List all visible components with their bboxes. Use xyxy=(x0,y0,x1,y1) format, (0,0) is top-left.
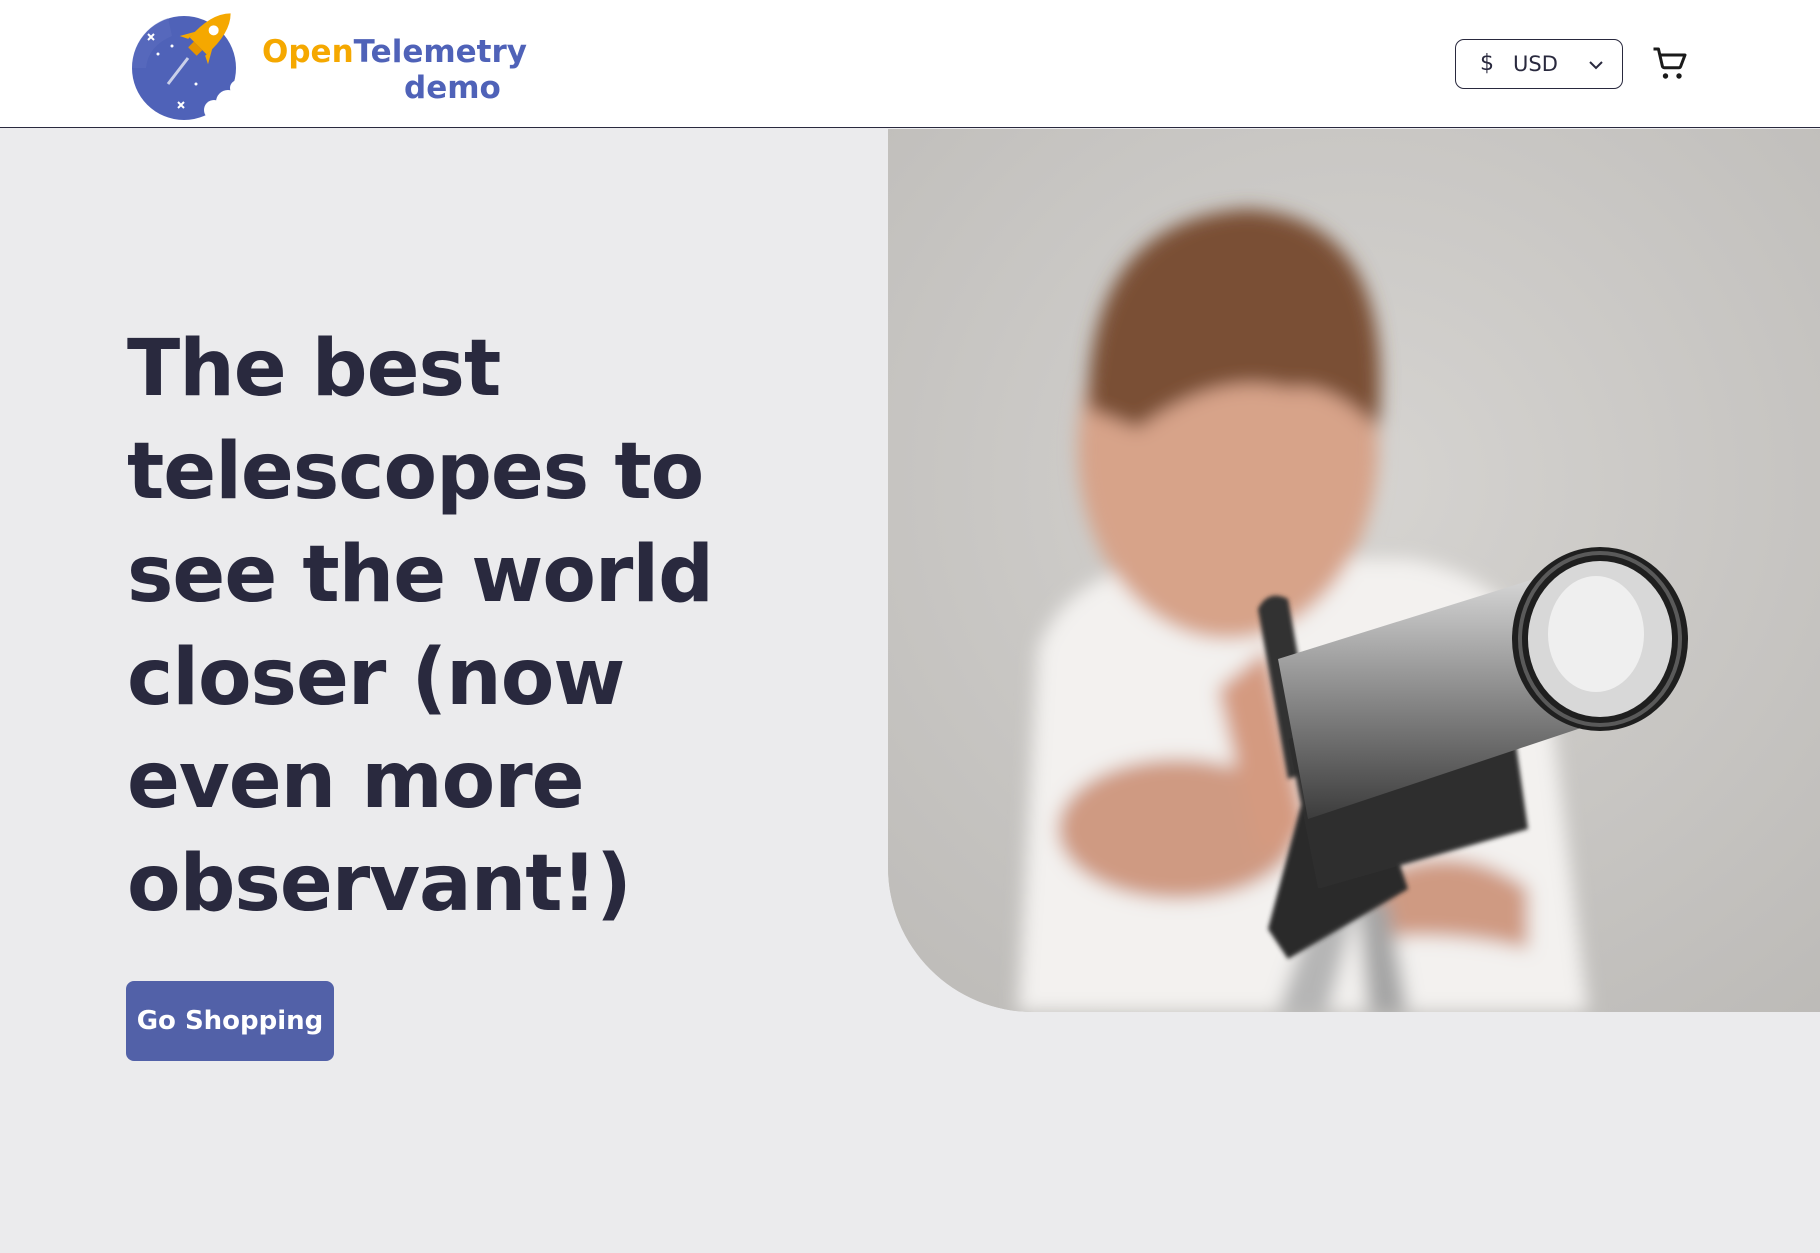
site-header: OpenTelemetry demo $ USD xyxy=(0,0,1820,128)
currency-symbol: $ xyxy=(1480,51,1494,76)
chevron-down-icon xyxy=(1589,61,1603,70)
hero-image xyxy=(888,129,1820,1012)
cart-icon[interactable] xyxy=(1652,46,1688,82)
hero-headline: The best telescopes to see the world clo… xyxy=(127,324,714,929)
currency-select[interactable]: $ USD xyxy=(1455,39,1623,89)
logo-word-telemetry: Telemetry xyxy=(353,34,527,70)
go-shopping-button[interactable]: Go Shopping xyxy=(126,981,334,1061)
site-logo[interactable]: OpenTelemetry demo xyxy=(128,6,528,120)
currency-code: USD xyxy=(1513,52,1558,76)
boy-with-telescope-image xyxy=(888,129,1820,1012)
logo-word-open: Open xyxy=(262,34,354,70)
logo-word-demo: demo xyxy=(404,70,501,106)
rocket-logo-icon xyxy=(131,13,246,120)
logo-wordmark: OpenTelemetry xyxy=(262,34,527,70)
